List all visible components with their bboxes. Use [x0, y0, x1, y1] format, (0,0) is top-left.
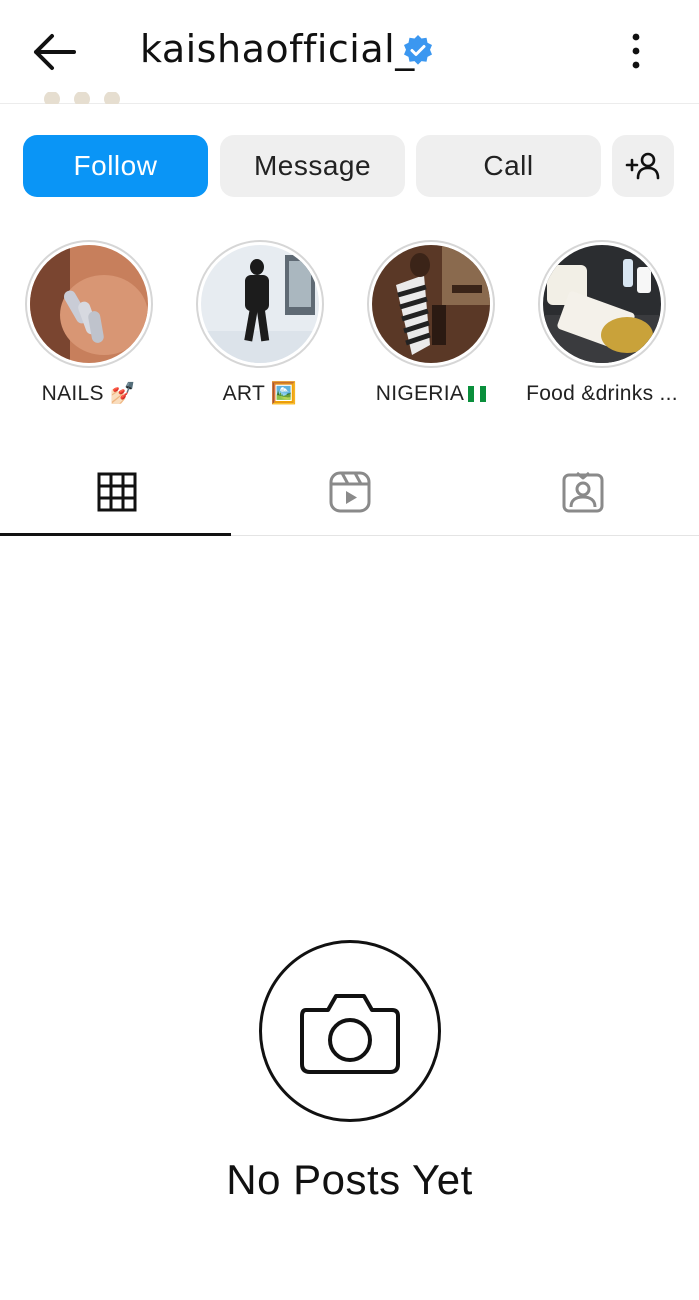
call-button[interactable]: Call — [416, 135, 601, 197]
highlight-nails[interactable]: NAILS 💅🏻 — [4, 240, 174, 406]
highlight-cover-image — [372, 245, 490, 363]
more-options-icon[interactable] — [622, 30, 650, 72]
highlight-ring — [538, 240, 666, 368]
highlight-nigeria[interactable]: NIGERIA — [346, 240, 516, 406]
profile-actions: Follow Message Call — [23, 135, 675, 197]
profile-username: kaishaofficial_ — [140, 27, 415, 71]
message-button[interactable]: Message — [220, 135, 405, 197]
cropped-mutual-followers — [44, 92, 204, 104]
highlight-food-drinks[interactable]: Food &drinks ... — [517, 240, 687, 406]
tab-tagged[interactable] — [466, 448, 699, 536]
profile-header: kaishaofficial_ — [0, 0, 699, 104]
camera-icon — [299, 994, 400, 1074]
highlight-ring — [367, 240, 495, 368]
profile-content-tabs — [0, 448, 699, 536]
highlight-label: NIGERIA — [346, 382, 516, 406]
highlight-cover-image — [201, 245, 319, 363]
follow-button[interactable]: Follow — [23, 135, 208, 197]
verified-badge-icon — [404, 35, 432, 65]
empty-posts-state: No Posts Yet — [0, 940, 699, 1204]
story-highlights: NAILS 💅🏻 ART 🖼️ NIGERIA Food &drinks ... — [0, 240, 699, 420]
suggested-accounts-button[interactable] — [612, 135, 674, 197]
highlight-cover-image — [543, 245, 661, 363]
highlight-ring — [25, 240, 153, 368]
no-posts-text: No Posts Yet — [226, 1156, 473, 1203]
nigeria-flag-icon — [468, 386, 487, 402]
active-tab-indicator — [0, 533, 231, 536]
tab-reels[interactable] — [233, 448, 466, 536]
highlight-label: Food &drinks ... — [526, 382, 678, 405]
tab-posts-grid[interactable] — [0, 448, 233, 536]
highlight-cover-image — [30, 245, 148, 363]
highlight-art[interactable]: ART 🖼️ — [175, 240, 345, 406]
highlight-label: ART 🖼️ — [222, 382, 298, 405]
reels-icon — [329, 471, 370, 513]
grid-icon — [97, 472, 136, 512]
back-arrow-icon[interactable] — [28, 28, 80, 76]
add-person-icon — [625, 152, 660, 180]
highlight-ring — [196, 240, 324, 368]
highlight-label: NAILS 💅🏻 — [41, 382, 137, 405]
tagged-icon — [562, 471, 603, 513]
camera-circle — [258, 940, 441, 1122]
